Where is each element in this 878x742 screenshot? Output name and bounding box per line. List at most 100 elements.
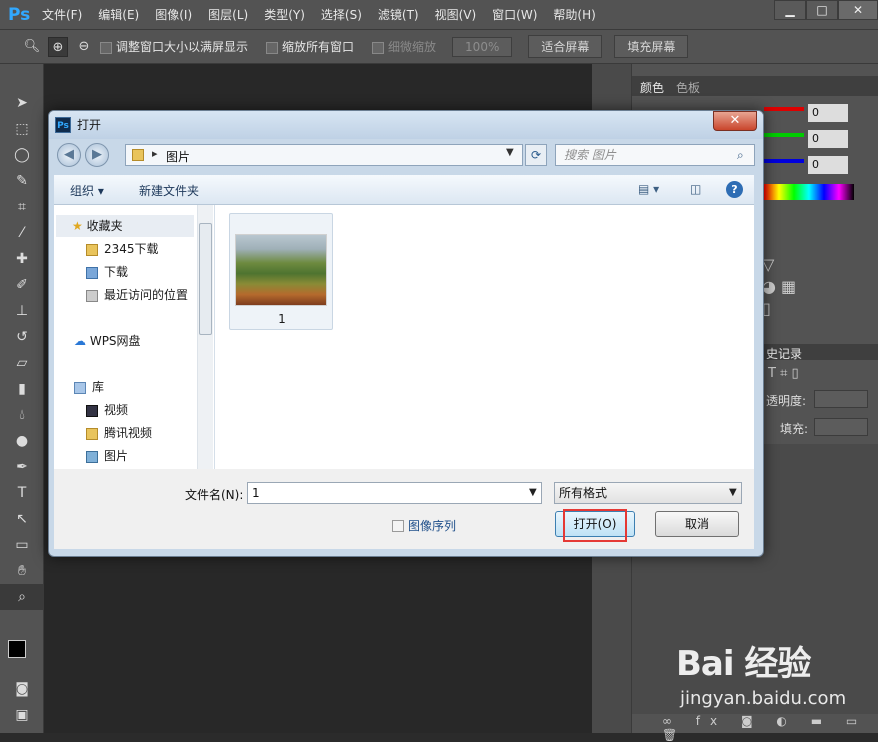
open-button-highlight <box>563 509 627 542</box>
opacity-field[interactable] <box>814 390 868 408</box>
red-value[interactable]: 0 <box>808 104 848 122</box>
dodge-tool-icon[interactable]: ● <box>0 428 44 454</box>
green-value[interactable]: 0 <box>808 130 848 148</box>
history-brush-icon[interactable]: ↺ <box>0 324 44 350</box>
search-input[interactable]: 搜索 图片 <box>555 144 755 166</box>
nav-tencent-video[interactable]: 腾讯视频 <box>54 422 199 444</box>
path-select-icon[interactable]: ↖ <box>0 506 44 532</box>
shape-tool-icon[interactable]: ▭ <box>0 532 44 558</box>
blue-slider[interactable] <box>764 159 804 163</box>
zoom-100-button[interactable]: 100% <box>452 36 513 57</box>
scroll-thumb[interactable] <box>199 223 212 335</box>
menu-window[interactable]: 窗口(W) <box>484 0 545 30</box>
search-icon[interactable]: ⌕ <box>737 148 744 163</box>
nav-videos[interactable]: 视频 <box>54 399 199 421</box>
nav-pictures[interactable]: 图片 <box>54 445 199 467</box>
menu-filter[interactable]: 滤镜(T) <box>370 0 427 30</box>
nav-2345-downloads[interactable]: 2345下载 <box>54 238 199 260</box>
tab-color[interactable]: 颜色 <box>640 79 664 96</box>
filename-dropdown-icon[interactable]: ▼ <box>529 487 537 498</box>
color-ramp[interactable] <box>764 184 854 200</box>
filetype-dropdown-icon[interactable]: ▼ <box>729 487 737 498</box>
menu-image[interactable]: 图像(I) <box>147 0 200 30</box>
move-tool-icon[interactable]: ➤ <box>0 90 44 116</box>
scrubby-zoom-checkbox[interactable] <box>372 41 385 54</box>
organize-button[interactable]: 组织 ▾ <box>70 182 104 199</box>
lasso-tool-icon[interactable]: ◯ <box>0 142 44 168</box>
nav-recent-places[interactable]: 最近访问的位置 <box>54 284 199 306</box>
image-sequence-label[interactable]: 图像序列 <box>408 517 456 534</box>
foreground-color-swatch[interactable] <box>8 640 26 658</box>
navigation-pane: ★ 收藏夹 2345下载 下载 最近访问的位置 ☁ WPS网盘 库 视频 腾讯视… <box>54 205 215 469</box>
minimize-button[interactable]: ▁ <box>774 0 806 20</box>
menu-view[interactable]: 视图(V) <box>427 0 485 30</box>
zoom-out-icon[interactable]: ⊖ <box>74 37 94 57</box>
stamp-tool-icon[interactable]: ⊥ <box>0 298 44 324</box>
menu-select[interactable]: 选择(S) <box>313 0 370 30</box>
image-sequence-checkbox[interactable] <box>392 520 404 532</box>
back-arrow-icon[interactable]: ◀ <box>57 143 81 167</box>
zoom-tool-icon[interactable]: ⌕ <box>0 584 44 610</box>
brush-tool-icon[interactable]: ✐ <box>0 272 44 298</box>
forward-arrow-icon[interactable]: ▶ <box>85 143 109 167</box>
quick-mask-icon[interactable]: ◙ <box>0 676 44 702</box>
nav-scrollbar[interactable] <box>197 205 213 469</box>
menu-layer[interactable]: 图层(L) <box>200 0 256 30</box>
menu-type[interactable]: 类型(Y) <box>256 0 313 30</box>
zoom-tool-icon[interactable]: 🔍︎ <box>22 37 42 57</box>
crop-tool-icon[interactable]: ⌗ <box>0 194 44 220</box>
video-icon <box>86 404 98 417</box>
nav-wps-cloud[interactable]: ☁ WPS网盘 <box>54 330 199 352</box>
file-thumbnail[interactable] <box>235 234 327 306</box>
new-folder-button[interactable]: 新建文件夹 <box>139 182 199 199</box>
red-slider[interactable] <box>764 107 804 111</box>
watermark-url: jingyan.baidu.com <box>680 688 847 709</box>
help-icon[interactable]: ? <box>726 181 743 198</box>
quick-select-tool-icon[interactable]: ✎ <box>0 168 44 194</box>
blur-tool-icon[interactable]: 💧︎ <box>0 402 44 428</box>
close-app-button[interactable]: ✕ <box>838 0 878 20</box>
nav-library[interactable]: 库 <box>54 376 199 398</box>
zoom-in-icon[interactable]: ⊕ <box>48 36 68 57</box>
hand-tool-icon[interactable]: ✋︎ <box>0 558 44 584</box>
pen-tool-icon[interactable]: ✒ <box>0 454 44 480</box>
fit-screen-button[interactable]: 适合屏幕 <box>528 35 603 58</box>
filename-input[interactable]: 1 <box>247 482 542 504</box>
marquee-tool-icon[interactable]: ⬚ <box>0 116 44 142</box>
fill-field[interactable] <box>814 418 868 436</box>
blue-value[interactable]: 0 <box>808 156 848 174</box>
adjustments-icons: ▽ ◕ ▦ ▯ <box>762 255 797 318</box>
healing-tool-icon[interactable]: ✚ <box>0 246 44 272</box>
cancel-button[interactable]: 取消 <box>655 511 739 537</box>
zoom-all-option[interactable]: 缩放所有窗口 <box>266 38 354 55</box>
green-slider[interactable] <box>764 133 804 137</box>
tab-history[interactable]: 史记录 <box>766 345 802 362</box>
menu-help[interactable]: 帮助(H) <box>545 0 603 30</box>
address-bar[interactable]: ▸ 图片 ▼ <box>125 144 523 166</box>
zoom-all-checkbox[interactable] <box>266 41 279 54</box>
scrubby-zoom-option[interactable]: 细微缩放 <box>372 38 436 55</box>
refresh-icon[interactable]: ⟳ <box>525 144 547 166</box>
nav-favorites[interactable]: ★ 收藏夹 <box>56 215 194 237</box>
menu-file[interactable]: 文件(F) <box>34 0 90 30</box>
type-tool-icon[interactable]: T <box>0 480 44 506</box>
eyedropper-tool-icon[interactable]: ⁄ <box>0 220 44 246</box>
eraser-tool-icon[interactable]: ▱ <box>0 350 44 376</box>
view-options-icon[interactable]: ▤ ▾ <box>638 182 659 196</box>
gradient-tool-icon[interactable]: ▮ <box>0 376 44 402</box>
resize-windows-option[interactable]: 调整窗口大小以满屏显示 <box>100 38 248 55</box>
menu-edit[interactable]: 编辑(E) <box>90 0 147 30</box>
chevron-down-icon[interactable]: ▼ <box>506 147 514 158</box>
maximize-button[interactable]: □ <box>806 0 838 20</box>
dialog-close-button[interactable]: ✕ <box>713 111 757 131</box>
resize-windows-checkbox[interactable] <box>100 41 112 54</box>
screen-mode-icon[interactable]: ▣ <box>0 702 44 728</box>
file-item[interactable]: 1 <box>229 213 333 330</box>
opacity-label: 透明度: <box>766 394 807 408</box>
tab-swatches[interactable]: 色板 <box>676 79 700 96</box>
breadcrumb-item[interactable]: 图片 <box>166 148 190 165</box>
fill-screen-button[interactable]: 填充屏幕 <box>614 35 689 58</box>
filetype-select[interactable]: 所有格式 <box>554 482 742 504</box>
nav-downloads[interactable]: 下载 <box>54 261 199 283</box>
preview-pane-icon[interactable]: ◫ <box>690 182 701 196</box>
